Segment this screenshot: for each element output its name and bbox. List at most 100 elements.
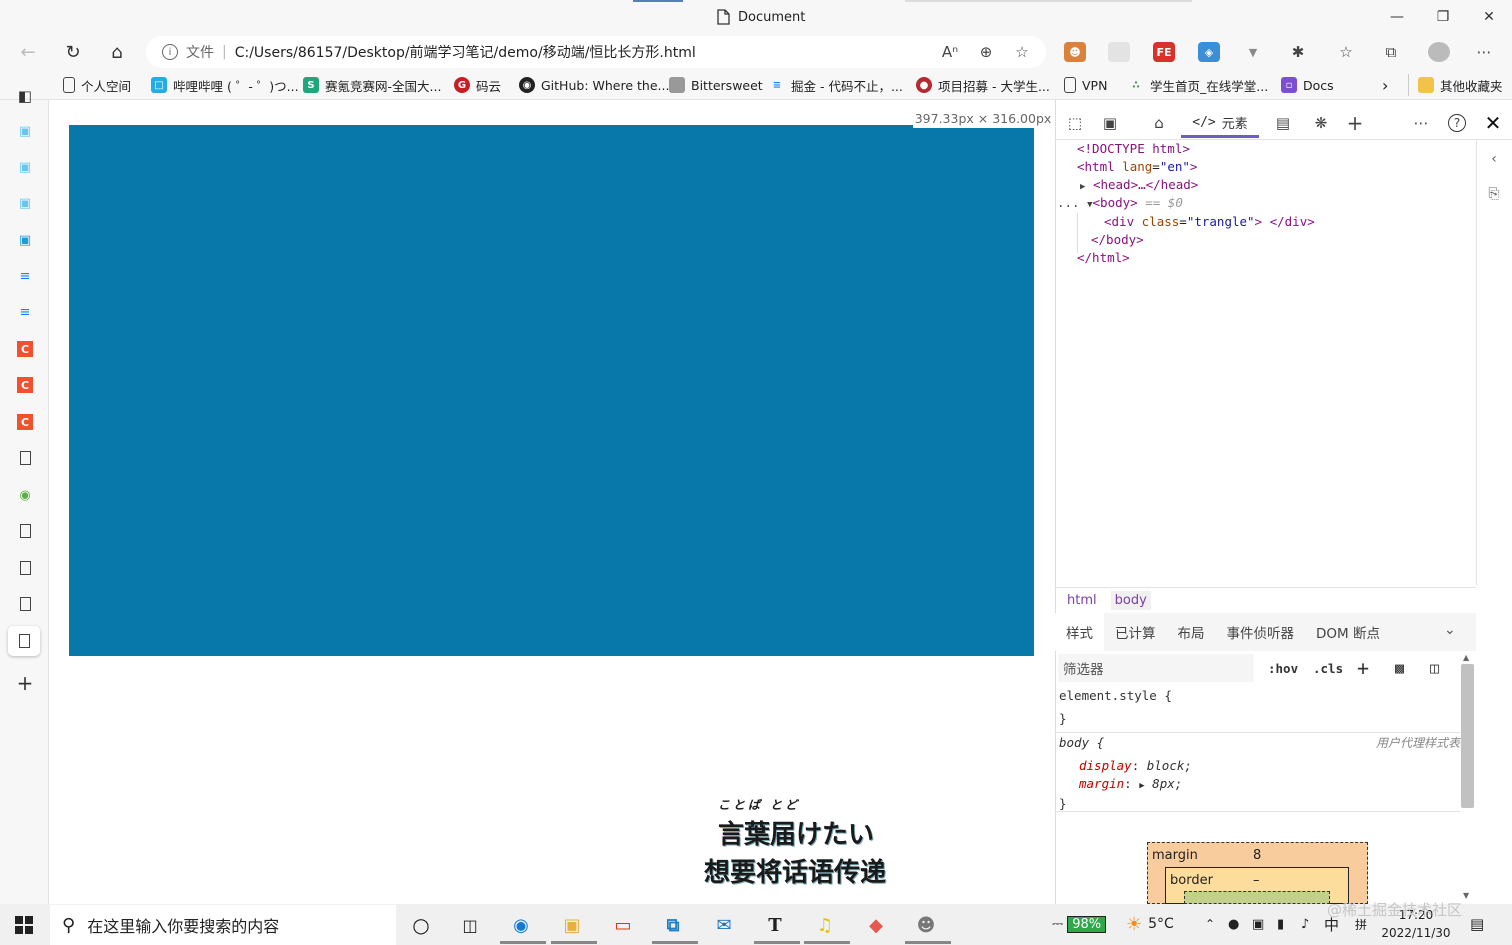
devtools-more-icon[interactable]: ⋯ (1408, 110, 1434, 136)
add-favorite-icon[interactable]: ☆ (1010, 41, 1034, 63)
paint-brush-icon[interactable]: ▩ (1395, 656, 1404, 680)
app-avatar-icon[interactable]: ☻ (907, 909, 945, 941)
breadcrumb-html[interactable]: html (1063, 591, 1101, 610)
tab-csdn-icon[interactable]: C (12, 410, 38, 434)
breadcrumb-body[interactable]: body (1110, 591, 1151, 610)
qq-icon[interactable]: ● (1228, 912, 1239, 936)
tab-page-icon[interactable] (12, 519, 38, 543)
tab-csdn-icon[interactable]: C (12, 337, 38, 361)
box-margin-value[interactable]: 8 (1253, 848, 1261, 863)
tab-app-icon[interactable]: ◉ (12, 483, 38, 507)
extension-vue-icon[interactable]: ▼ (1242, 42, 1264, 62)
tab-event-listeners[interactable]: 事件侦听器 (1216, 622, 1306, 642)
close-window-button[interactable]: ✕ (1474, 6, 1504, 28)
bookmark-item[interactable]: ▫ Docs (1281, 74, 1334, 96)
bookmark-item[interactable]: ◉ GitHub: Where the... (519, 74, 669, 96)
tab-juejin-icon[interactable]: ≡ (12, 300, 38, 324)
tab-bilibili-icon[interactable]: ▣ (12, 191, 38, 215)
new-tab-icon[interactable]: + (12, 671, 38, 695)
address-info-label[interactable]: 文件 (186, 42, 214, 62)
body-ua-rule[interactable]: body {用户代理样式表 display: block; margin: ▶ … (1055, 734, 1460, 812)
read-aloud-icon[interactable]: Aⁿ (938, 41, 962, 63)
cls-toggle[interactable]: .cls (1313, 656, 1343, 680)
tab-page-icon[interactable] (12, 556, 38, 580)
tab-bilibili-icon[interactable]: ▣ (12, 155, 38, 179)
dom-line-div[interactable]: <div class="trangle"> </div> (1104, 213, 1315, 231)
welcome-home-icon[interactable]: ⌂ (1146, 110, 1172, 136)
console-icon[interactable]: ▤ (1270, 110, 1296, 136)
taskbar-search-box[interactable]: ⚲ 在这里输入你要搜索的内容 (50, 905, 396, 945)
extension-translate-icon[interactable]: ◈ (1198, 42, 1220, 62)
tab-dom-breakpoints[interactable]: DOM 断点 (1305, 622, 1391, 642)
dock-icon[interactable]: ⎘ (1481, 181, 1507, 207)
profile-avatar-icon[interactable] (1428, 42, 1450, 62)
tab-elements[interactable]: </> 元素 (1181, 110, 1259, 138)
notification-icon[interactable]: ▤ (1470, 912, 1484, 936)
dom-line-html-close[interactable]: </html> (1077, 249, 1130, 267)
network-icon[interactable]: ▣ (1252, 912, 1264, 936)
typora-icon[interactable]: T (756, 909, 794, 941)
dom-line-html[interactable]: <html lang="en"> (1077, 158, 1197, 176)
close-devtools-icon[interactable]: ✕ (1480, 110, 1506, 136)
mail-icon[interactable]: ✉ (705, 909, 743, 941)
tab-actions-icon[interactable]: ◧ (12, 84, 38, 108)
file-explorer-icon[interactable]: ▣ (553, 909, 591, 941)
collapse-left-icon[interactable]: ‹ (1481, 146, 1507, 172)
bookmark-item[interactable]: G 码云 (454, 74, 501, 96)
box-border-value[interactable]: – (1253, 873, 1260, 888)
zoom-icon[interactable]: ⊕ (974, 41, 998, 63)
windows-start-icon[interactable] (5, 909, 43, 941)
extension-fe-icon[interactable]: FE (1153, 42, 1175, 62)
office-icon[interactable]: ▭ (604, 909, 642, 941)
tab-juejin-icon[interactable]: ≡ (12, 264, 38, 288)
scroll-up-icon[interactable]: ▲ (1463, 653, 1469, 662)
tab-page-icon[interactable] (12, 592, 38, 616)
tab-styles[interactable]: 样式 (1055, 613, 1104, 651)
tab-layout[interactable]: 布局 (1167, 622, 1216, 642)
bookmark-item[interactable]: Bittersweet (669, 74, 763, 96)
more-menu-icon[interactable]: ⋯ (1472, 41, 1496, 63)
address-url[interactable]: C:/Users/86157/Desktop/前端学习笔记/demo/移动端/恒… (235, 42, 696, 62)
dom-line-doctype[interactable]: <!DOCTYPE html> (1077, 140, 1190, 158)
bookmark-item[interactable]: 个人空间 (63, 74, 131, 96)
tab-bilibili-icon[interactable]: ▣ (12, 119, 38, 143)
minimize-button[interactable]: — (1382, 6, 1412, 28)
battery-tray-icon[interactable]: ▮ (1277, 912, 1284, 936)
bookmark-item[interactable]: ● 项目招募 - 大学生... (916, 74, 1050, 96)
debugger-icon[interactable]: ❋ (1308, 110, 1334, 136)
bookmark-item[interactable]: ≡ 掘金 - 代码不止，... (769, 74, 903, 96)
tab-computed[interactable]: 已计算 (1104, 622, 1167, 642)
element-style-rule[interactable]: element.style { } (1055, 687, 1460, 733)
extension-blank-icon[interactable] (1108, 42, 1130, 62)
tab-active-document-icon[interactable] (8, 626, 40, 656)
extensions-icon[interactable]: ✱ (1286, 41, 1310, 63)
bookmark-item[interactable]: ∴ 学生首页_在线学堂... (1128, 74, 1269, 96)
back-icon[interactable]: ← (15, 40, 41, 64)
styles-filter-input[interactable]: 筛选器 (1058, 654, 1254, 682)
restore-button[interactable]: ❐ (1428, 6, 1458, 28)
chevron-down-icon[interactable]: ⌄ (1444, 622, 1456, 638)
home-icon[interactable]: ⌂ (104, 40, 130, 64)
styles-scrollbar[interactable] (1461, 664, 1474, 808)
address-bar[interactable]: i 文件 | C:/Users/86157/Desktop/前端学习笔记/dem… (146, 36, 1046, 68)
vscode-icon[interactable]: ⧉ (654, 909, 692, 941)
music-icon[interactable]: ♫ (806, 909, 844, 941)
info-icon[interactable]: i (162, 44, 178, 60)
inspect-icon[interactable]: ⬚ (1062, 110, 1088, 136)
cortana-icon[interactable]: ○ (402, 909, 440, 941)
toggle-sidebar-icon[interactable]: ◫ (1430, 656, 1439, 680)
collections-icon[interactable]: ⧉ (1379, 41, 1403, 63)
app-diamond-icon[interactable]: ◆ (857, 909, 895, 941)
dom-line-body[interactable]: ... ▼<body> == $0 (1057, 194, 1183, 214)
tab-csdn-icon[interactable]: C (12, 373, 38, 397)
help-icon[interactable]: ? (1444, 110, 1470, 136)
edge-browser-icon[interactable]: ◉ (502, 909, 540, 941)
device-emulation-icon[interactable]: ▣ (1097, 110, 1123, 136)
bookmark-item[interactable]: S 赛氪竞赛网-全国大... (303, 74, 441, 96)
more-tools-icon[interactable]: + (1342, 110, 1368, 136)
dom-line-head[interactable]: ▶ <head>…</head> (1080, 176, 1198, 196)
battery-indicator[interactable]: ⎓ 98% (1052, 912, 1107, 936)
refresh-icon[interactable]: ↻ (60, 40, 86, 64)
hov-toggle[interactable]: :hov (1268, 656, 1298, 680)
volume-icon[interactable]: ♪ (1301, 912, 1309, 936)
